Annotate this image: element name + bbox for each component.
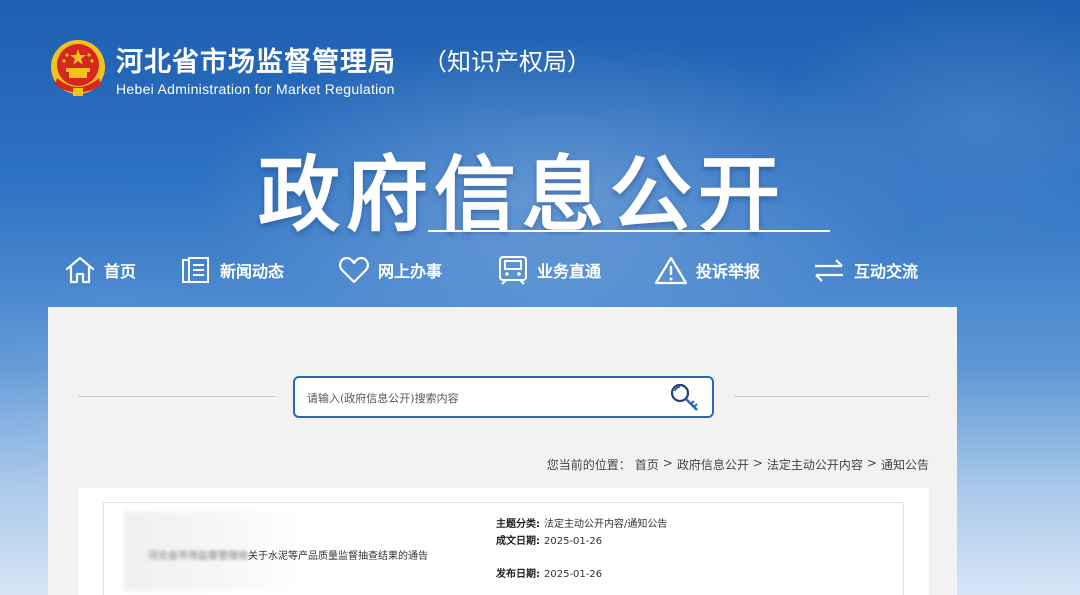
meta-publish-date: 发布日期: 2025-01-26 [496,565,602,580]
meta-value: 法定主动公开内容/通知公告 [544,519,668,530]
org-name-cn: 河北省市场监督管理局 [116,47,396,78]
heart-icon [339,256,369,284]
meta-label: 发布日期: [496,569,540,580]
search-divider-right [734,396,929,397]
breadcrumb-separator: > [752,456,763,470]
meta-value: 2025-01-26 [544,536,603,547]
document-title-blurred: 河北省市场监督管理局 [148,551,248,562]
meta-category: 主题分类: 法定主动公开内容/通知公告 [496,515,667,530]
exchange-icon [815,259,843,282]
search-key-icon[interactable] [668,381,702,415]
meta-value: 2025-01-26 [544,569,603,580]
nav-item-news[interactable]: 新闻动态 [180,250,284,290]
breadcrumb: 您当前的位置： 首页 > 政府信息公开 > 法定主动公开内容 > 通知公告 [547,456,929,473]
search-divider-left [78,396,275,397]
nav-item-label: 投诉举报 [696,262,761,281]
breadcrumb-notice[interactable]: 通知公告 [881,456,929,473]
nav-item-label: 首页 [104,262,137,281]
breadcrumb-separator: > [662,456,673,470]
search-box [293,376,714,418]
org-name-en: Hebei Administration for Market Regulati… [116,81,395,97]
nav-item-home[interactable]: 首页 [64,250,136,290]
meta-label: 主题分类: [496,519,540,530]
document-title-text: 关于水泥等产品质量监督抽查结果的通告 [248,551,428,562]
nav-item-label: 互动交流 [854,262,919,281]
meta-label: 成文日期: [496,536,540,547]
warning-icon [654,256,688,285]
home-icon [65,256,95,284]
nav-item-interaction[interactable]: 互动交流 [812,250,918,290]
national-emblem-icon [51,40,105,96]
train-icon [499,256,527,285]
breadcrumb-gov-info[interactable]: 政府信息公开 [677,456,749,473]
document-card-inner: 河北省市场监督管理局关于水泥等产品质量监督抽查结果的通告 主题分类: 法定主动公开… [103,502,904,595]
nav-item-complaint[interactable]: 投诉举报 [654,250,760,290]
nav-item-label: 业务直通 [537,262,602,281]
main-nav: 首页 新闻动态 网上办事 业务直通 投诉举报 互动交流 [60,250,940,290]
breadcrumb-home[interactable]: 首页 [635,456,659,473]
meta-written-date: 成文日期: 2025-01-26 [496,532,602,547]
nav-item-label: 新闻动态 [220,262,285,281]
nav-item-label: 网上办事 [378,262,443,281]
document-card: 河北省市场监督管理局关于水泥等产品质量监督抽查结果的通告 主题分类: 法定主动公开… [78,488,929,595]
breadcrumb-separator: > [866,456,877,470]
org-name-suffix: （知识产权局） [423,48,591,76]
breadcrumb-prefix: 您当前的位置： [546,458,631,472]
nav-item-online-service[interactable]: 网上办事 [338,250,442,290]
breadcrumb-statutory[interactable]: 法定主动公开内容 [767,456,863,473]
document-icon [182,257,209,283]
content-panel: 您当前的位置： 首页 > 政府信息公开 > 法定主动公开内容 > 通知公告 河北… [48,307,957,595]
document-title[interactable]: 河北省市场监督管理局关于水泥等产品质量监督抽查结果的通告 [148,547,428,562]
hero-underline [428,230,830,232]
nav-item-business[interactable]: 业务直通 [497,250,601,290]
search-input[interactable] [307,387,657,409]
